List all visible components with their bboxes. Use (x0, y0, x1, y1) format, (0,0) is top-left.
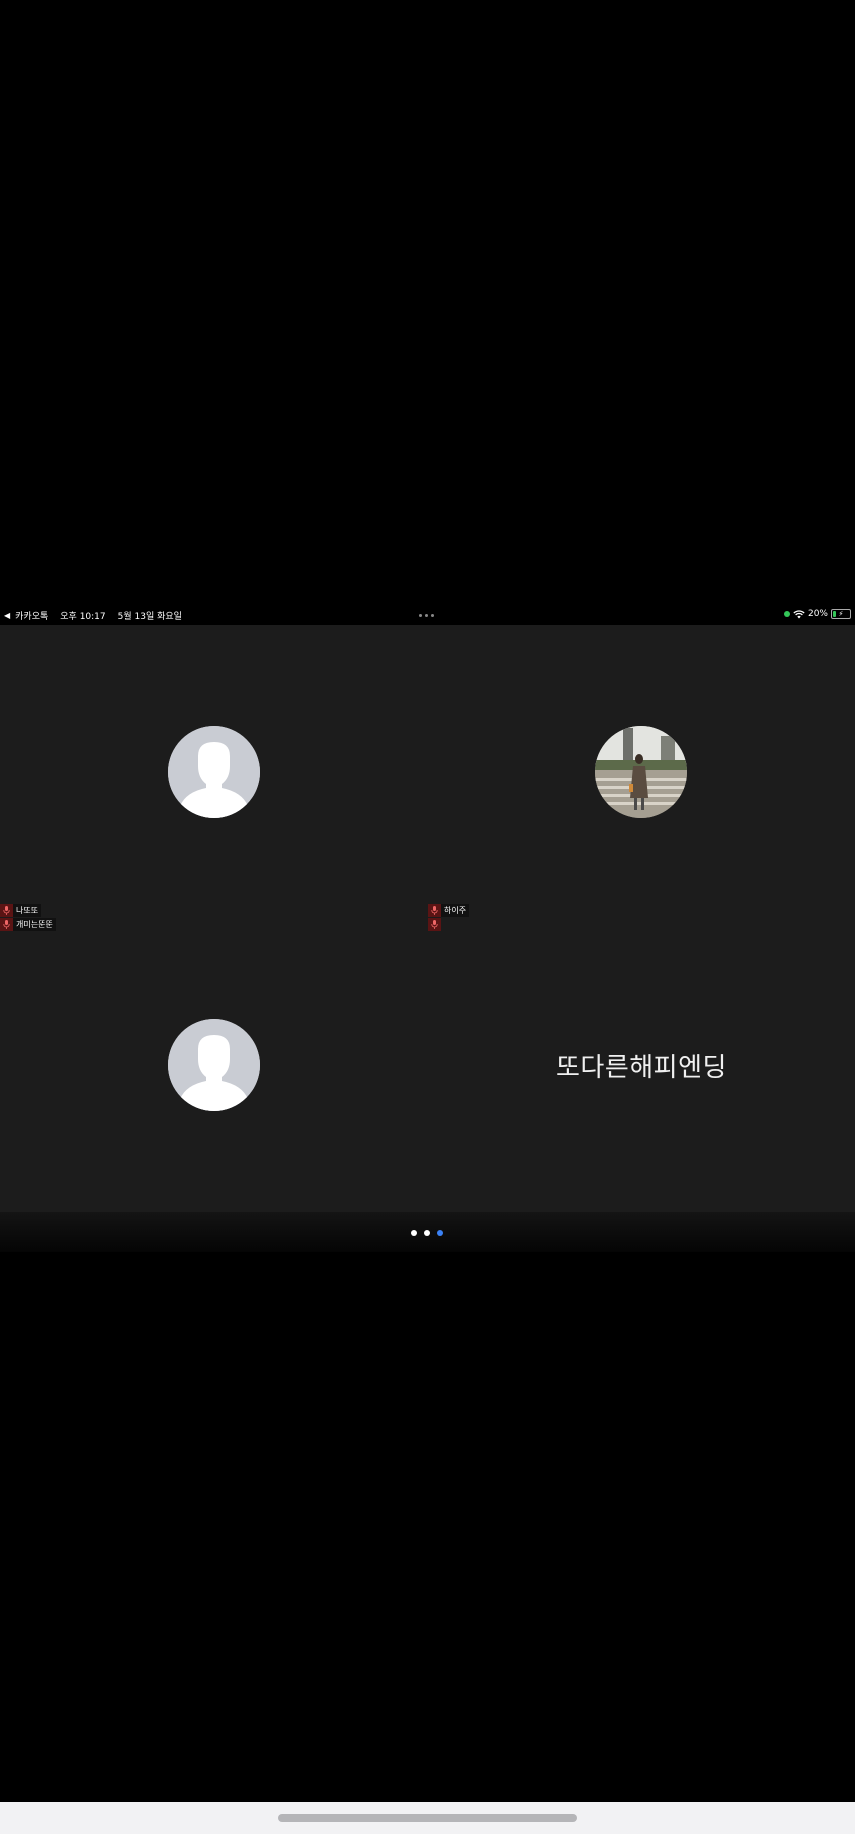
home-indicator[interactable] (278, 1814, 577, 1822)
name-row: 개미는뚠뚠 (0, 918, 56, 931)
participant-name: 나또또 (13, 904, 42, 917)
page-dots[interactable] (411, 1230, 443, 1236)
camera-indicator-icon (783, 611, 790, 617)
mic-icon (0, 918, 13, 931)
battery-percent: 20% (807, 609, 828, 619)
page-dot[interactable] (437, 1230, 443, 1236)
back-to-app[interactable]: ◀ 카카오톡 오후 10:17 5월 13일 화요일 (4, 609, 182, 622)
multitask-dots[interactable] (419, 614, 434, 617)
back-app-label: 카카오톡 (15, 612, 49, 622)
wifi-icon (793, 609, 805, 618)
name-row: 나또또 (0, 904, 56, 917)
mic-icon (428, 918, 441, 931)
participant-names: 나또또 개미는뚠뚠 (0, 904, 56, 931)
participant-name: 개미는뚠뚠 (13, 918, 56, 931)
home-area (0, 1802, 855, 1834)
page-indicator-bar (0, 1212, 855, 1252)
participant-names: 하이주 (428, 904, 470, 931)
participant-name: 하이주 (441, 904, 470, 917)
status-right: 20% ⚡ (783, 609, 851, 619)
avatar-photo (595, 726, 687, 818)
avatar (168, 726, 260, 818)
page-dot[interactable] (411, 1230, 417, 1236)
status-date: 5월 13일 화요일 (117, 612, 182, 622)
mic-icon (0, 904, 13, 917)
mic-icon (428, 904, 441, 917)
page-dot[interactable] (424, 1230, 430, 1236)
name-row: 하이주 (428, 904, 470, 917)
person-silhouette-icon (168, 1019, 260, 1111)
status-time: 오후 10:17 (60, 612, 106, 622)
battery-icon: ⚡ (831, 609, 851, 619)
person-silhouette-icon (168, 726, 260, 818)
screen: ◀ 카카오톡 오후 10:17 5월 13일 화요일 20% ⚡ 나또또 개미는… (0, 0, 855, 1834)
avatar (168, 1019, 260, 1111)
profile-photo (595, 726, 687, 818)
back-arrow-icon: ◀ (4, 611, 11, 620)
call-grid: 나또또 개미는뚠뚠 하이주 또다른해피엔딩 (0, 625, 855, 1212)
status-bar: ◀ 카카오톡 오후 10:17 5월 13일 화요일 20% ⚡ (0, 607, 855, 625)
name-row (428, 918, 469, 931)
participant-display-name: 또다른해피엔딩 (556, 1053, 727, 1083)
